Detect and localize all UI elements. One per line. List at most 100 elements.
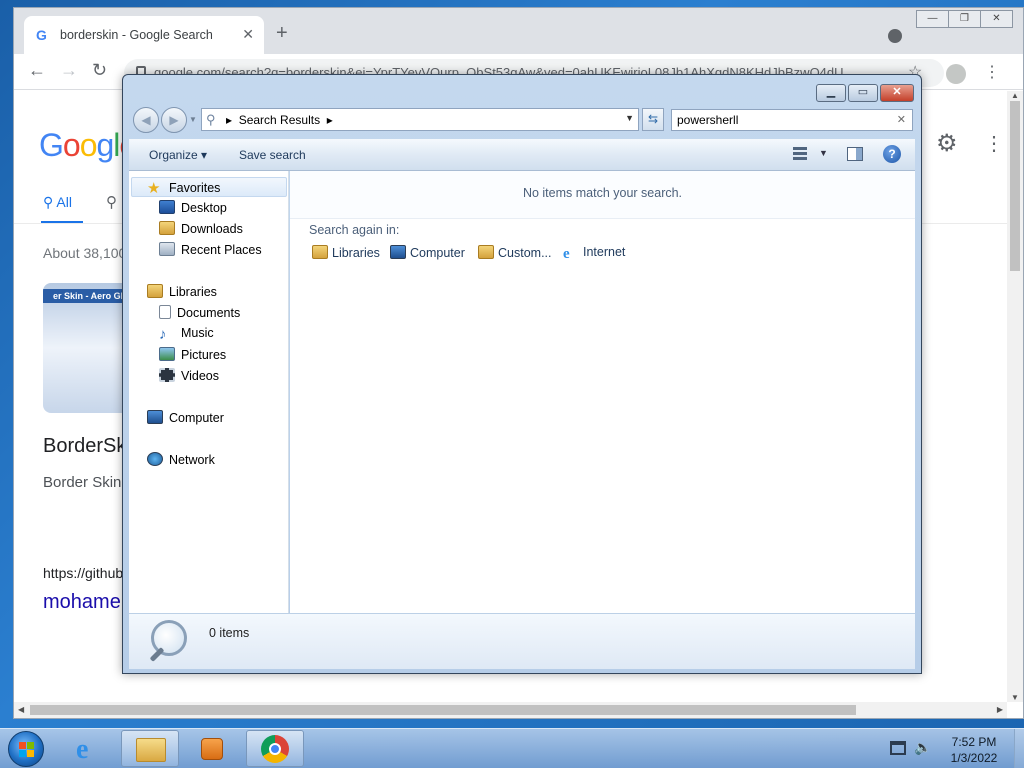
google-apps-menu-icon[interactable]: ⋮ <box>984 131 1004 156</box>
vertical-scrollbar[interactable]: ▲ ▼ <box>1007 91 1023 702</box>
address-segment[interactable]: ▸ Search Results ▸ <box>226 113 333 127</box>
explorer-nav-buttons: ◀ ▶ <box>133 107 193 135</box>
folder-icon <box>136 738 166 762</box>
address-segment-label: Search Results <box>238 113 321 127</box>
scroll-right-icon[interactable]: ▶ <box>997 705 1003 714</box>
pictures-icon <box>159 347 175 361</box>
nav-network[interactable]: Network <box>147 452 215 470</box>
result-title[interactable]: BorderSk <box>43 435 126 458</box>
chrome-tab[interactable]: G borderskin - Google Search ✕ <box>24 16 264 54</box>
scroll-up-icon[interactable]: ▲ <box>1011 91 1019 100</box>
nav-desktop[interactable]: Desktop <box>159 200 227 218</box>
nav-music[interactable]: ♪ Music <box>159 326 214 344</box>
help-icon[interactable]: ? <box>883 145 901 163</box>
tab-title: borderskin - Google Search <box>60 28 213 42</box>
result-url[interactable]: https://github <box>43 565 123 581</box>
scroll-down-icon[interactable]: ▼ <box>1011 693 1019 702</box>
recent-places-icon <box>159 242 175 256</box>
search-again-computer-label: Computer <box>410 246 465 260</box>
search-again-internet[interactable]: e Internet <box>563 245 626 262</box>
volume-tray-icon[interactable]: 🔈 <box>914 739 931 756</box>
save-search-button[interactable]: Save search <box>239 148 306 162</box>
start-button[interactable] <box>8 731 44 767</box>
chrome-menu-icon[interactable]: ⋮ <box>984 62 1000 82</box>
search-input[interactable] <box>672 110 892 130</box>
forward-arrow-icon[interactable]: → <box>60 60 78 81</box>
horizontal-scrollbar[interactable]: ◀ ▶ <box>14 702 1007 718</box>
results-content-pane: No items match your search. Search again… <box>290 171 915 613</box>
change-view-icon[interactable] <box>793 147 807 161</box>
nav-favorites-label: Favorites <box>169 181 221 195</box>
explorer-minimize-button[interactable]: ▁ <box>816 84 846 102</box>
explorer-search-box[interactable]: ✕ <box>671 109 913 131</box>
details-pane: 0 items <box>129 613 915 669</box>
search-again-libraries-label: Libraries <box>332 246 380 260</box>
internet-explorer-icon: e <box>563 246 570 262</box>
taskbar-windows-explorer[interactable] <box>121 730 179 767</box>
system-clock[interactable]: 7:52 PM 1/3/2022 <box>942 734 1006 766</box>
reload-icon[interactable]: ↻ <box>92 60 107 81</box>
videos-icon <box>159 368 175 382</box>
explorer-address-bar[interactable]: ⚲ ▸ Search Results ▸ ▼ <box>201 108 639 131</box>
recent-pages-dropdown-icon[interactable]: ▼ <box>189 115 197 124</box>
explorer-close-button[interactable]: ✕ <box>880 84 914 102</box>
nav-network-label: Network <box>169 453 215 467</box>
computer-icon <box>147 410 163 424</box>
chrome-icon <box>261 735 289 763</box>
explorer-window: ▁ ▭ ✕ ◀ ▶ ▼ ⚲ ▸ Search Results ▸ ▼ ⇆ ✕ O… <box>122 74 922 674</box>
search-again-computer[interactable]: Computer <box>390 245 465 260</box>
custom-folder-icon <box>478 245 494 259</box>
google-logo-letter-1: o <box>62 127 81 163</box>
navigation-pane: ★ Favorites Desktop Downloads Recent Plac… <box>129 171 289 613</box>
clear-search-icon[interactable]: ✕ <box>897 113 906 126</box>
nav-favorites[interactable]: ★ Favorites <box>147 179 220 197</box>
organize-button[interactable]: Organize ▾ <box>149 148 207 162</box>
search-again-libraries[interactable]: Libraries <box>312 245 380 260</box>
item-count: 0 items <box>209 626 250 640</box>
nav-pictures[interactable]: Pictures <box>159 347 226 365</box>
taskbar-media-player[interactable] <box>183 730 241 767</box>
vertical-scroll-thumb[interactable] <box>1010 101 1020 271</box>
preview-pane-icon[interactable] <box>847 147 863 161</box>
explorer-forward-icon[interactable]: ▶ <box>161 107 187 133</box>
result-link[interactable]: mohame <box>43 591 121 614</box>
chrome-maximize-button[interactable]: ❐ <box>948 10 981 28</box>
explorer-back-icon[interactable]: ◀ <box>133 107 159 133</box>
downloads-folder-icon <box>159 221 175 235</box>
show-desktop-button[interactable] <box>1014 729 1024 768</box>
search-again-custom-label: Custom... <box>498 246 552 260</box>
nav-documents[interactable]: Documents <box>159 305 240 323</box>
taskbar-internet-explorer[interactable]: e <box>62 730 120 767</box>
back-arrow-icon[interactable]: ← <box>28 60 46 81</box>
taskbar-chrome[interactable] <box>246 730 304 767</box>
nav-libraries-label: Libraries <box>169 285 217 299</box>
nav-downloads[interactable]: Downloads <box>159 221 243 239</box>
view-dropdown-icon[interactable]: ▼ <box>819 148 828 158</box>
nav-computer[interactable]: Computer <box>147 410 224 428</box>
tab-search-icon[interactable] <box>888 29 902 43</box>
chrome-minimize-button[interactable]: — <box>916 10 949 28</box>
nav-recent-places[interactable]: Recent Places <box>159 242 262 260</box>
tab-maps-pin-icon[interactable]: ⚲ <box>106 193 117 211</box>
clock-time: 7:52 PM <box>951 735 997 749</box>
network-tray-icon[interactable] <box>890 741 906 755</box>
refresh-icon[interactable]: ⇆ <box>642 108 664 131</box>
media-player-icon <box>201 738 223 760</box>
search-again-custom[interactable]: Custom... <box>478 245 552 260</box>
horizontal-scroll-thumb[interactable] <box>30 705 856 715</box>
explorer-maximize-button[interactable]: ▭ <box>848 84 878 102</box>
new-tab-button[interactable]: + <box>276 23 288 43</box>
tab-close-icon[interactable]: ✕ <box>242 26 254 43</box>
search-again-label: Search again in: <box>309 223 400 237</box>
chrome-close-button[interactable]: ✕ <box>980 10 1013 28</box>
no-match-message: No items match your search. <box>522 186 683 200</box>
scroll-left-icon[interactable]: ◀ <box>18 705 24 714</box>
nav-documents-label: Documents <box>177 306 241 320</box>
settings-gear-icon[interactable]: ⚙ <box>936 129 958 158</box>
nav-libraries[interactable]: Libraries <box>147 284 217 302</box>
profile-avatar-icon[interactable] <box>946 64 966 84</box>
search-again-internet-label: Internet <box>583 245 626 259</box>
nav-videos[interactable]: Videos <box>159 368 219 386</box>
tab-all[interactable]: ⚲ All <box>43 194 72 211</box>
address-dropdown-icon[interactable]: ▼ <box>625 113 634 123</box>
